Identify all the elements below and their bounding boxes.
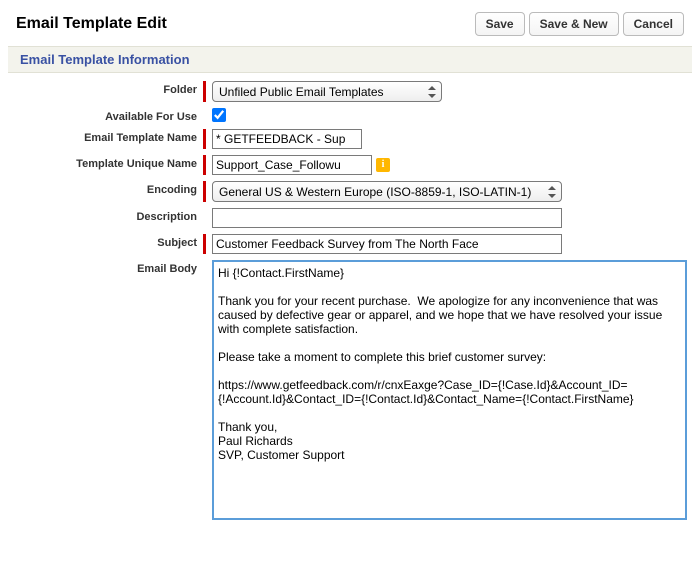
body-label: Email Body [8, 260, 203, 275]
unique-name-input[interactable] [212, 155, 372, 175]
available-label: Available For Use [8, 108, 203, 123]
button-row: Save Save & New Cancel [475, 12, 684, 36]
page-title: Email Template Edit [16, 15, 167, 33]
save-button[interactable]: Save [475, 12, 525, 36]
form-body: Folder Unfiled Public Email Templates Av… [8, 73, 692, 534]
description-input[interactable] [212, 208, 562, 228]
email-body-textarea[interactable] [212, 260, 687, 520]
subject-input[interactable] [212, 234, 562, 254]
encoding-label: Encoding [8, 181, 203, 196]
cancel-button[interactable]: Cancel [623, 12, 684, 36]
name-label: Email Template Name [8, 129, 203, 144]
save-new-button[interactable]: Save & New [529, 12, 619, 36]
required-bar [203, 234, 206, 254]
required-bar [203, 81, 206, 102]
required-bar [203, 155, 206, 175]
folder-label: Folder [8, 81, 203, 96]
unique-label: Template Unique Name [8, 155, 203, 170]
description-label: Description [8, 208, 203, 223]
required-bar [203, 129, 206, 149]
help-icon[interactable]: i [376, 158, 390, 172]
encoding-select[interactable]: General US & Western Europe (ISO-8859-1,… [212, 181, 562, 202]
folder-select[interactable]: Unfiled Public Email Templates [212, 81, 442, 102]
subject-label: Subject [8, 234, 203, 249]
section-title: Email Template Information [8, 46, 692, 73]
available-checkbox[interactable] [212, 108, 226, 122]
spacer [203, 108, 206, 123]
required-bar [203, 181, 206, 202]
name-input[interactable] [212, 129, 362, 149]
spacer [203, 208, 206, 228]
spacer [203, 260, 206, 520]
